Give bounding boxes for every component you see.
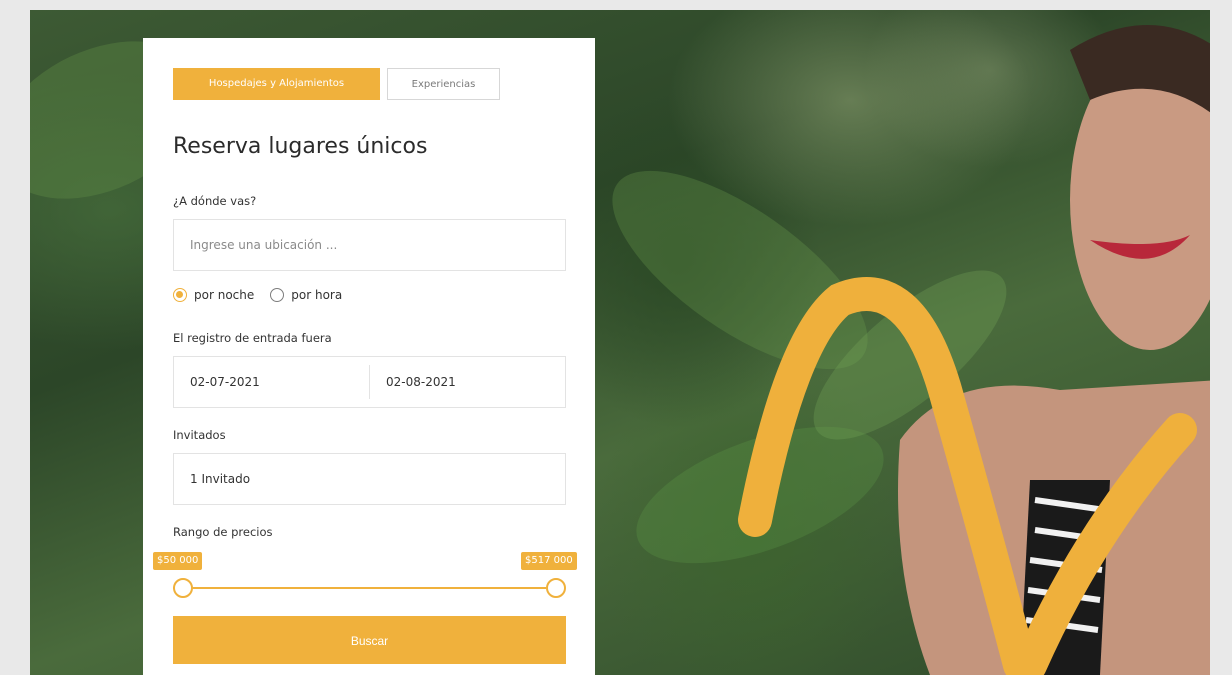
- page-title: Reserva lugares únicos: [173, 134, 428, 159]
- date-range-field: 02-07-2021 02-08-2021: [173, 356, 566, 408]
- guests-label: Invitados: [173, 428, 226, 442]
- radio-per-hour[interactable]: por hora: [270, 288, 342, 302]
- price-range-label: Rango de precios: [173, 525, 273, 539]
- location-field[interactable]: [173, 219, 566, 271]
- slider-min-handle[interactable]: [173, 578, 193, 598]
- radio-unselected-icon: [270, 288, 285, 302]
- radio-selected-icon: [173, 288, 187, 302]
- price-range-slider: $50 000 $517 000: [143, 550, 578, 600]
- tab-lodging[interactable]: Hospedajes y Alojamientos: [173, 68, 380, 100]
- guests-field[interactable]: 1 Invitado: [173, 453, 566, 505]
- slider-track: [173, 587, 546, 589]
- radio-per-night-label: por noche: [194, 288, 255, 302]
- tab-experiences[interactable]: Experiencias: [387, 68, 500, 100]
- location-input[interactable]: [190, 220, 565, 270]
- checkin-label: El registro de entrada fuera: [173, 331, 332, 345]
- booking-card: Hospedajes y Alojamientos Experiencias R…: [143, 38, 595, 675]
- rate-type-group: por noche por hora: [173, 288, 342, 302]
- slider-max-handle[interactable]: [546, 578, 566, 598]
- checkout-date-input[interactable]: 02-08-2021: [369, 365, 565, 399]
- radio-per-night[interactable]: por noche: [173, 288, 254, 302]
- radio-per-hour-label: por hora: [291, 288, 343, 302]
- price-min-badge: $50 000: [153, 552, 203, 570]
- booking-tabs: Hospedajes y Alojamientos Experiencias: [173, 68, 500, 100]
- price-max-badge: $517 000: [521, 552, 577, 570]
- checkin-date-input[interactable]: 02-07-2021: [174, 357, 369, 407]
- location-label: ¿A dónde vas?: [173, 194, 257, 208]
- search-button[interactable]: Buscar: [173, 616, 566, 664]
